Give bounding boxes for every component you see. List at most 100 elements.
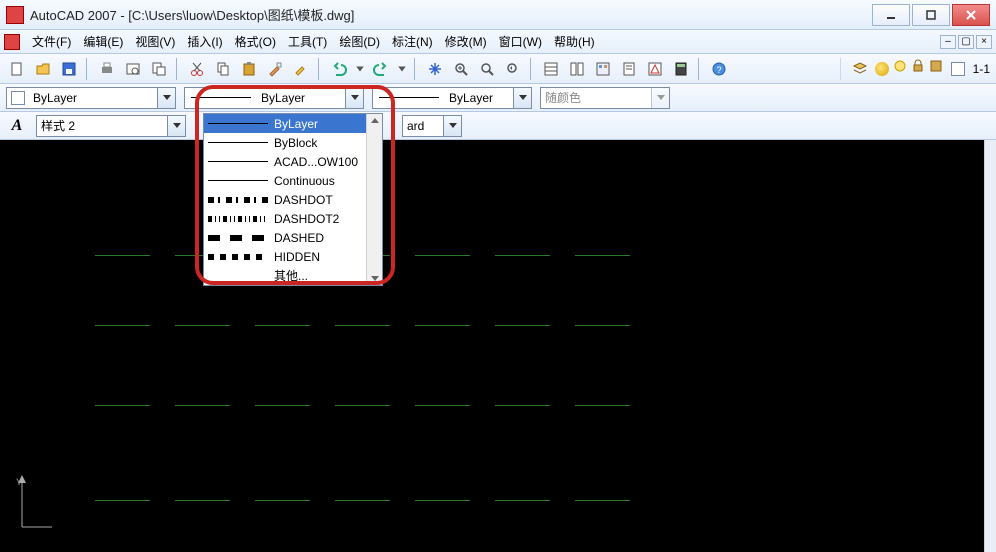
layer-swatch[interactable] xyxy=(951,62,965,76)
drawing-line-segment xyxy=(415,500,470,501)
layer-color-icon[interactable] xyxy=(929,59,943,78)
help-icon[interactable]: ? xyxy=(708,58,730,80)
close-button[interactable] xyxy=(952,4,990,26)
linetype-option-label: DASHDOT xyxy=(274,193,333,207)
sheet-set-icon[interactable] xyxy=(618,58,640,80)
drawing-line-segment xyxy=(95,500,150,501)
dim-style-combo[interactable]: ard xyxy=(402,115,462,137)
drawing-line-segment xyxy=(575,325,630,326)
layer-combo-dropdown-icon[interactable] xyxy=(157,88,175,108)
window-title: AutoCAD 2007 - [C:\Users\luow\Desktop\图纸… xyxy=(30,5,354,24)
publish-icon[interactable] xyxy=(148,58,170,80)
drawing-line-segment xyxy=(175,500,230,501)
layer-on-icon[interactable] xyxy=(875,62,889,76)
paint-icon[interactable] xyxy=(290,58,312,80)
linetype-option-8[interactable]: 其他... xyxy=(204,266,382,285)
standard-toolbar: ? 1-1 xyxy=(0,54,996,84)
linetype-combo-dropdown-icon[interactable] xyxy=(345,88,363,108)
menu-help[interactable]: 帮助(H) xyxy=(548,31,601,52)
drawing-line-segment xyxy=(495,500,550,501)
save-icon[interactable] xyxy=(58,58,80,80)
drawing-line-segment xyxy=(95,255,150,256)
linetype-option-0[interactable]: ByLayer xyxy=(204,114,382,133)
redo-dropdown-icon[interactable] xyxy=(396,58,408,80)
linetype-option-2[interactable]: ACAD...OW100 xyxy=(204,152,382,171)
drawing-line-segment xyxy=(335,405,390,406)
linetype-option-6[interactable]: DASHED xyxy=(204,228,382,247)
linetype-list-scrollbar[interactable] xyxy=(366,114,382,285)
menu-view[interactable]: 视图(V) xyxy=(129,31,181,52)
lineweight-combo-dropdown-icon[interactable] xyxy=(513,88,531,108)
linetype-option-5[interactable]: DASHDOT2 xyxy=(204,209,382,228)
copy-icon[interactable] xyxy=(212,58,234,80)
menu-tools[interactable]: 工具(T) xyxy=(282,31,333,52)
new-icon[interactable] xyxy=(6,58,28,80)
layer-manager-icon[interactable] xyxy=(849,58,871,80)
properties-icon[interactable] xyxy=(540,58,562,80)
redo-icon[interactable] xyxy=(370,58,392,80)
menu-window[interactable]: 窗口(W) xyxy=(493,31,548,52)
linetype-option-3[interactable]: Continuous xyxy=(204,171,382,190)
linetype-option-1[interactable]: ByBlock xyxy=(204,133,382,152)
maximize-button[interactable] xyxy=(912,4,950,26)
app-menu-icon[interactable] xyxy=(4,34,20,50)
drawing-line-segment xyxy=(415,325,470,326)
dim-style-dropdown-icon[interactable] xyxy=(443,116,461,136)
zoom-window-icon[interactable] xyxy=(476,58,498,80)
plotstyle-combo-label: 随颜色 xyxy=(541,89,651,106)
match-prop-icon[interactable] xyxy=(264,58,286,80)
open-icon[interactable] xyxy=(32,58,54,80)
layer-combo-swatch xyxy=(11,91,25,105)
menu-dimension[interactable]: 标注(N) xyxy=(386,31,439,52)
calc-icon[interactable] xyxy=(670,58,692,80)
drawing-line-segment xyxy=(335,325,390,326)
linetype-combo[interactable]: ByLayer xyxy=(184,87,364,109)
plotstyle-combo[interactable]: 随颜色 xyxy=(540,87,670,109)
linetype-option-7[interactable]: HIDDEN xyxy=(204,247,382,266)
drawing-canvas[interactable]: Y xyxy=(0,140,984,552)
markup-icon[interactable] xyxy=(644,58,666,80)
zoom-realtime-icon[interactable] xyxy=(450,58,472,80)
menu-draw[interactable]: 绘图(D) xyxy=(333,31,386,52)
paste-icon[interactable] xyxy=(238,58,260,80)
menu-file[interactable]: 文件(F) xyxy=(26,31,77,52)
cut-icon[interactable] xyxy=(186,58,208,80)
design-center-icon[interactable] xyxy=(566,58,588,80)
drawing-line-segment xyxy=(575,500,630,501)
layer-combo[interactable]: ByLayer xyxy=(6,87,176,109)
layer-freeze-icon[interactable] xyxy=(893,59,907,78)
menu-format[interactable]: 格式(O) xyxy=(229,31,282,52)
drawing-line-segment xyxy=(255,500,310,501)
doc-restore-button[interactable]: ▢ xyxy=(958,35,974,49)
linetype-sample-icon xyxy=(208,216,268,222)
minimize-button[interactable] xyxy=(872,4,910,26)
menu-insert[interactable]: 插入(I) xyxy=(181,31,228,52)
linetype-option-label: DASHDOT2 xyxy=(274,212,339,226)
linetype-option-4[interactable]: DASHDOT xyxy=(204,190,382,209)
layer-name-label[interactable]: 1-1 xyxy=(973,62,990,76)
layer-lock-icon[interactable] xyxy=(911,59,925,78)
menu-edit[interactable]: 编辑(E) xyxy=(77,31,129,52)
print-icon[interactable] xyxy=(96,58,118,80)
pan-icon[interactable] xyxy=(424,58,446,80)
plotstyle-combo-dropdown-icon[interactable] xyxy=(651,88,669,108)
drawing-line-segment xyxy=(575,405,630,406)
tool-palette-icon[interactable] xyxy=(592,58,614,80)
text-style-combo[interactable]: 样式 2 xyxy=(36,115,186,137)
linetype-option-label: Continuous xyxy=(274,174,335,188)
lineweight-combo[interactable]: ByLayer xyxy=(372,87,532,109)
undo-dropdown-icon[interactable] xyxy=(354,58,366,80)
doc-minimize-button[interactable]: – xyxy=(940,35,956,49)
zoom-previous-icon[interactable] xyxy=(502,58,524,80)
menu-modify[interactable]: 修改(M) xyxy=(439,31,493,52)
window-titlebar: AutoCAD 2007 - [C:\Users\luow\Desktop\图纸… xyxy=(0,0,996,30)
text-style-dropdown-icon[interactable] xyxy=(167,116,185,136)
linetype-option-label: DASHED xyxy=(274,231,324,245)
canvas-vertical-scrollbar[interactable] xyxy=(984,140,996,552)
doc-close-button[interactable]: × xyxy=(976,35,992,49)
plot-preview-icon[interactable] xyxy=(122,58,144,80)
drawing-line-segment xyxy=(175,405,230,406)
undo-icon[interactable] xyxy=(328,58,350,80)
linetype-dropdown-list[interactable]: ByLayerByBlockACAD...OW100 Continuous DASH… xyxy=(203,113,383,286)
text-style-icon[interactable]: A xyxy=(6,115,28,137)
